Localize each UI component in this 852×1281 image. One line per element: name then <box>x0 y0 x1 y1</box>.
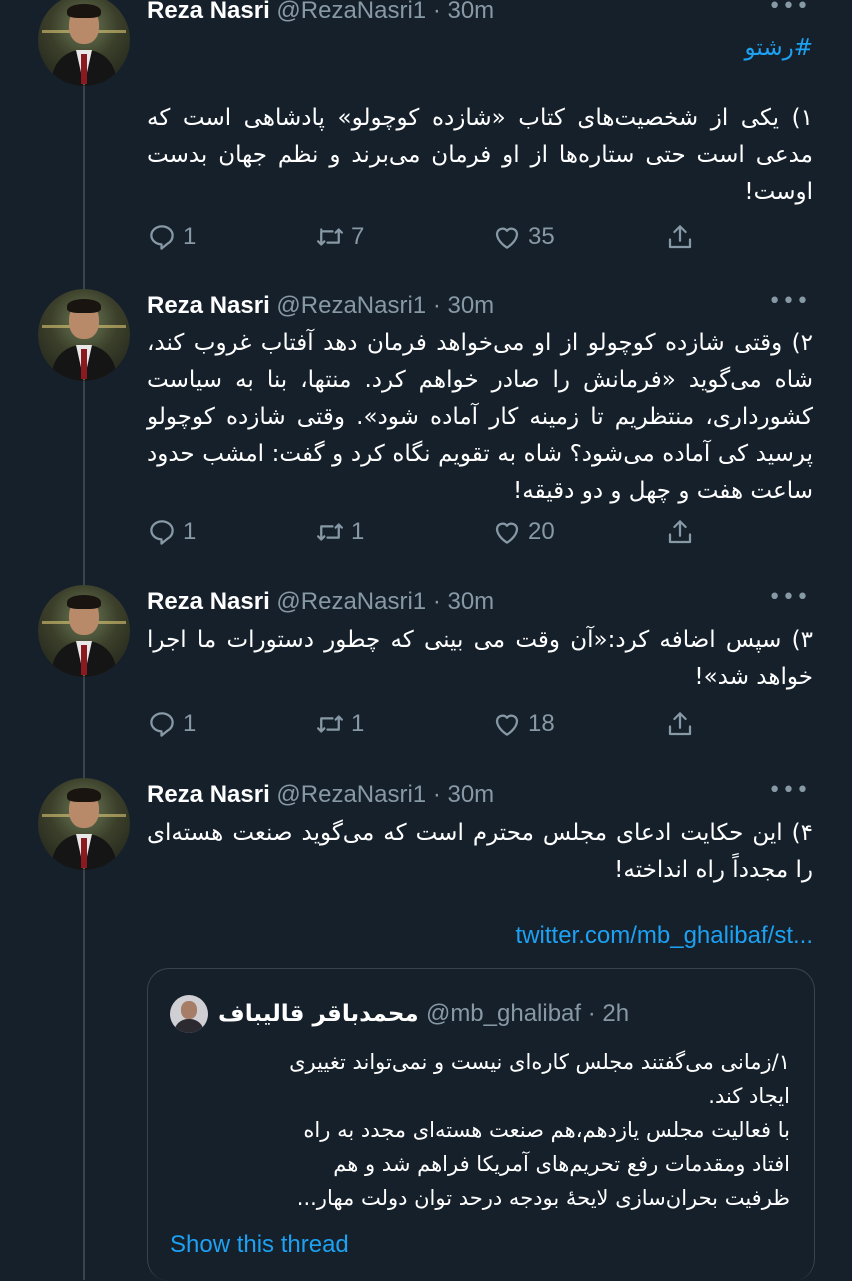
reply-icon <box>150 712 174 737</box>
tweet-header: Reza Nasri @RezaNasri1 · 30m <box>147 781 495 808</box>
quoted-text-line: ظرفیت بحران‌سازی لایحهٔ بودجه درحد توان … <box>296 1186 790 1210</box>
heart-icon <box>495 227 519 249</box>
like-count: 35 <box>528 223 555 250</box>
avatar[interactable] <box>38 289 130 381</box>
quoted-text-line: ایجاد کند. <box>708 1084 790 1108</box>
retweet-count: 7 <box>351 223 365 250</box>
timestamp[interactable]: 30m <box>447 588 494 615</box>
share-button[interactable] <box>665 217 695 257</box>
hashtag-link[interactable]: #رشتو <box>147 30 813 67</box>
more-icon[interactable]: ••• <box>768 289 810 314</box>
reply-button[interactable]: 1 <box>147 217 196 257</box>
tweet-text: ۴) این حکایت ادعای مجلس محترم است که می‌… <box>147 820 813 883</box>
share-icon <box>668 225 692 249</box>
heart-icon <box>495 522 519 544</box>
avatar[interactable] <box>38 778 130 870</box>
avatar[interactable] <box>38 585 130 677</box>
timestamp[interactable]: 30m <box>447 292 494 319</box>
timestamp[interactable]: 30m <box>447 0 494 24</box>
author-name[interactable]: Reza Nasri <box>147 0 270 24</box>
tweet-actions: 1 1 18 <box>147 704 707 744</box>
avatar[interactable] <box>38 0 130 86</box>
quoted-text: ۱/زمانی می‌گفتند مجلس کاره‌ای نیست و نمی… <box>170 1045 790 1215</box>
like-button[interactable]: 18 <box>492 704 555 744</box>
tweet-header: Reza Nasri @RezaNasri1 · 30m <box>147 588 495 615</box>
more-icon[interactable]: ••• <box>768 585 810 610</box>
tweet-text: ۳) سپس اضافه کرد:«آن وقت می بینی که چطور… <box>147 627 813 690</box>
retweet-button[interactable]: 1 <box>315 512 364 552</box>
share-icon <box>668 712 692 736</box>
retweet-icon <box>317 228 343 246</box>
retweet-count: 1 <box>351 518 365 545</box>
like-button[interactable]: 20 <box>492 512 555 552</box>
retweet-button[interactable]: 7 <box>315 217 364 257</box>
heart-icon <box>495 714 519 736</box>
reply-count: 1 <box>183 223 197 250</box>
quoted-header: محمدباقر قالیباف @mb_ghalibaf · 2h <box>218 1000 630 1027</box>
quoted-text-line: با فعالیت مجلس یازدهم،هم صنعت هسته‌ای مج… <box>303 1118 790 1142</box>
author-name[interactable]: Reza Nasri <box>147 588 270 615</box>
reply-button[interactable]: 1 <box>147 704 196 744</box>
quoted-author-name[interactable]: محمدباقر قالیباف <box>218 1001 419 1027</box>
quoted-tweet[interactable]: محمدباقر قالیباف @mb_ghalibaf · 2h ۱/زما… <box>147 968 815 1281</box>
tweet-actions: 1 7 35 <box>147 217 707 257</box>
more-icon[interactable]: ••• <box>768 778 810 803</box>
author-name[interactable]: Reza Nasri <box>147 292 270 319</box>
quoted-timestamp[interactable]: 2h <box>602 1000 629 1027</box>
timestamp[interactable]: 30m <box>447 781 494 808</box>
retweet-button[interactable]: 1 <box>315 704 364 744</box>
tweet-text: ۱) یکی از شخصیت‌های کتاب «شازده کوچولو» … <box>147 105 813 205</box>
like-button[interactable]: 35 <box>492 217 555 257</box>
author-handle[interactable]: @RezaNasri1 <box>276 588 426 615</box>
like-count: 20 <box>528 518 555 545</box>
author-handle[interactable]: @RezaNasri1 <box>276 781 426 808</box>
more-icon[interactable]: ••• <box>768 0 810 19</box>
tweet-text: ۲) وقتی شازده کوچولو از او می‌خواهد فرما… <box>147 330 813 504</box>
reply-button[interactable]: 1 <box>147 512 196 552</box>
retweet-count: 1 <box>351 710 365 737</box>
thread-connector-line <box>83 86 85 1280</box>
tweet-header: Reza Nasri @RezaNasri1 · 30m <box>147 0 494 26</box>
quoted-text-line: افتاد ومقدمات رفع تحریم‌های آمریکا فراهم… <box>333 1152 790 1176</box>
quoted-avatar[interactable] <box>170 995 208 1033</box>
quoted-author-handle[interactable]: @mb_ghalibaf <box>426 1000 581 1027</box>
retweet-icon <box>317 523 343 541</box>
quoted-text-line: ۱/زمانی می‌گفتند مجلس کاره‌ای نیست و نمی… <box>289 1050 790 1074</box>
share-button[interactable] <box>665 512 695 552</box>
author-handle[interactable]: @RezaNasri1 <box>276 0 426 24</box>
author-name[interactable]: Reza Nasri <box>147 781 270 808</box>
author-handle[interactable]: @RezaNasri1 <box>276 292 426 319</box>
share-icon <box>668 520 692 544</box>
show-thread-link[interactable]: Show this thread <box>170 1231 349 1259</box>
like-count: 18 <box>528 710 555 737</box>
reply-icon <box>150 520 174 545</box>
reply-count: 1 <box>183 518 197 545</box>
tweet-header: Reza Nasri @RezaNasri1 · 30m <box>147 292 495 319</box>
tweet-actions: 1 1 20 <box>147 512 707 552</box>
tweet-link[interactable]: twitter.com/mb_ghalibaf/st... <box>147 922 813 950</box>
share-button[interactable] <box>665 704 695 744</box>
retweet-icon <box>317 715 343 733</box>
reply-icon <box>150 225 174 250</box>
reply-count: 1 <box>183 710 197 737</box>
